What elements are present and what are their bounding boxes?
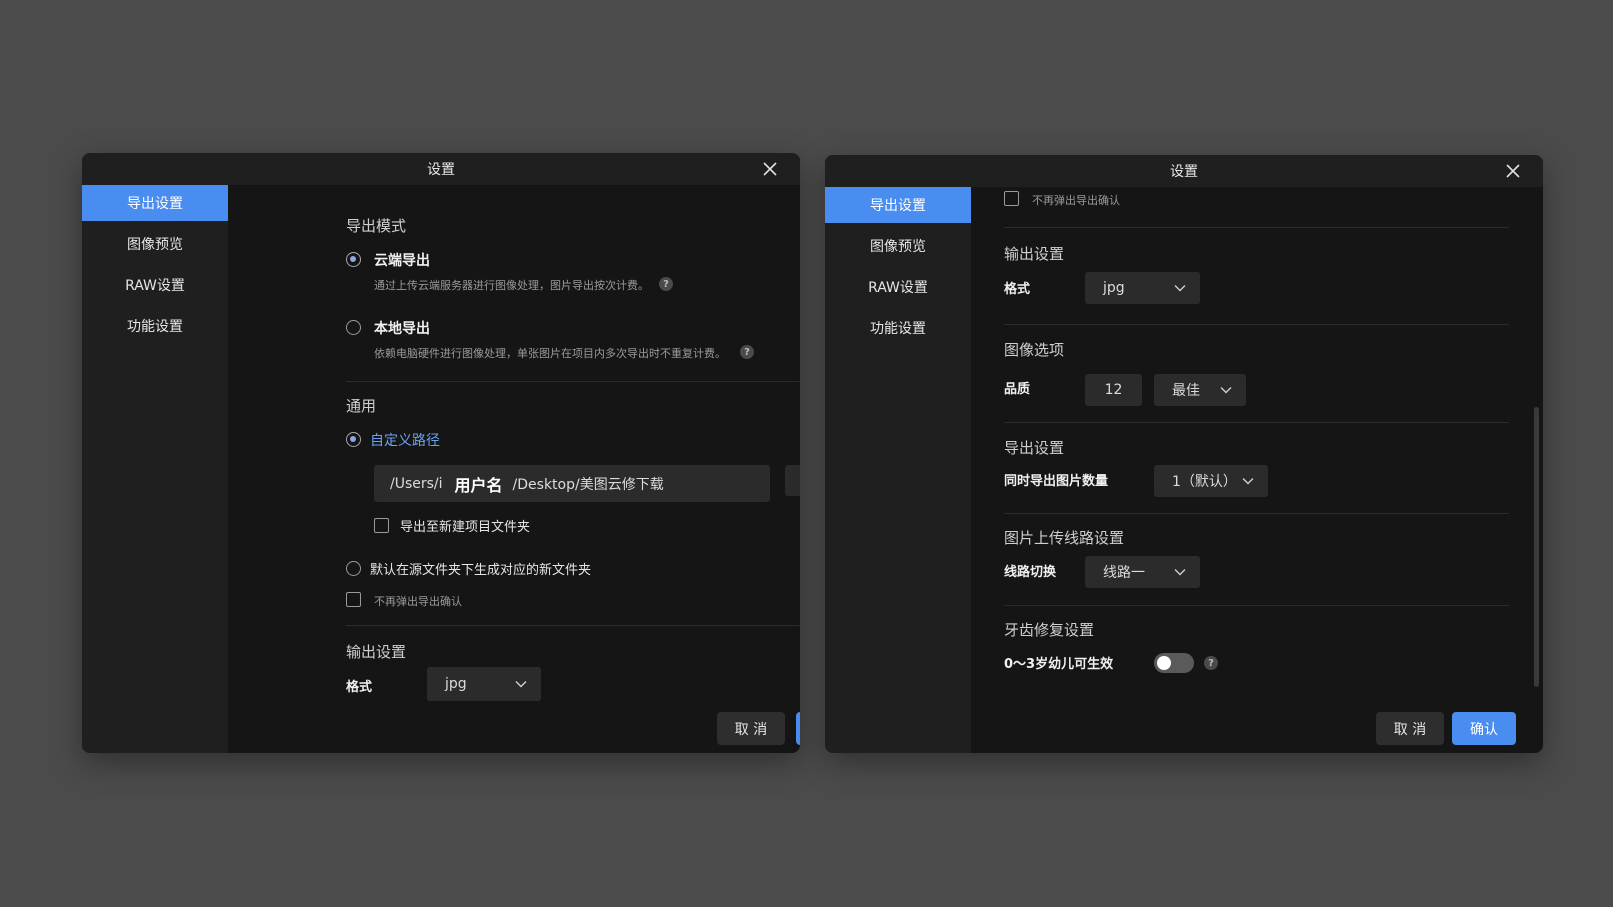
custom-path-label: 自定义路径 [370, 433, 440, 449]
image-options-title: 图像选项 [1004, 341, 1065, 359]
format-label: 格式 [1004, 282, 1031, 297]
local-export-label: 本地导出 [374, 321, 430, 337]
custom-path-radio[interactable] [346, 432, 361, 447]
no-popup-checkbox[interactable] [346, 592, 361, 607]
close-icon [1506, 164, 1520, 178]
cancel-button[interactable]: 取 消 [717, 712, 785, 745]
help-icon[interactable]: ? [740, 345, 754, 359]
format-value: jpg [445, 676, 467, 692]
divider [1004, 422, 1509, 423]
no-popup-label: 不再弹出导出确认 [1032, 194, 1120, 207]
output-settings-title: 输出设置 [346, 643, 407, 661]
nav-item-feature-settings[interactable]: 功能设置 [825, 310, 971, 346]
dialog-title: 设置 [427, 162, 455, 178]
new-project-folder-label: 导出至新建项目文件夹 [400, 520, 531, 535]
nav-item-export-settings[interactable]: 导出设置 [825, 187, 971, 223]
format-select[interactable]: jpg [1085, 272, 1200, 304]
no-popup-label: 不再弹出导出确认 [374, 595, 462, 608]
chevron-down-icon [1242, 477, 1254, 485]
scrollbar[interactable] [1534, 407, 1539, 687]
divider [346, 381, 800, 382]
divider [346, 625, 800, 626]
quality-input[interactable]: 12 [1085, 374, 1142, 406]
toddler-toggle[interactable] [1154, 653, 1194, 673]
line-switch-label: 线路切换 [1004, 565, 1057, 580]
chevron-down-icon [1174, 568, 1186, 576]
settings-dialog-right: 设置 导出设置 图像预览 RAW设置 功能设置 不再弹出导出确认 输出设置 格式… [825, 155, 1543, 753]
path-suffix: /Desktop/美图云修下载 [512, 476, 664, 493]
format-value: jpg [1103, 280, 1125, 296]
nav-item-export-settings[interactable]: 导出设置 [82, 185, 228, 221]
quality-preset-select[interactable]: 最佳 [1154, 374, 1246, 406]
format-label: 格式 [346, 680, 373, 695]
titlebar: 设置 [82, 153, 800, 185]
cloud-export-hint: 通过上传云端服务器进行图像处理，图片导出按次计费。 [374, 279, 649, 292]
cloud-export-label: 云端导出 [374, 253, 430, 269]
nav-item-raw-settings[interactable]: RAW设置 [82, 267, 228, 303]
divider [1004, 513, 1509, 514]
general-title: 通用 [346, 397, 377, 415]
cancel-button[interactable]: 取 消 [1376, 712, 1444, 745]
confirm-button[interactable]: 确认 [796, 712, 800, 745]
quality-label: 品质 [1004, 382, 1031, 397]
export-count-select[interactable]: 1（默认） [1154, 465, 1268, 497]
no-popup-checkbox[interactable] [1004, 191, 1019, 206]
export-settings-title: 导出设置 [1004, 439, 1065, 457]
nav-item-image-preview[interactable]: 图像预览 [82, 226, 228, 262]
dialog-footer: 取 消 确认 [228, 703, 800, 753]
close-button[interactable] [1503, 161, 1523, 181]
local-export-radio[interactable] [346, 320, 361, 335]
source-folder-radio[interactable] [346, 561, 361, 576]
teeth-repair-title: 牙齿修复设置 [1004, 621, 1095, 639]
source-folder-label: 默认在源文件夹下生成对应的新文件夹 [370, 563, 592, 578]
export-count-label: 同时导出图片数量 [1004, 474, 1109, 489]
line-select[interactable]: 线路一 [1085, 556, 1200, 588]
confirm-button[interactable]: 确认 [1452, 712, 1516, 745]
dialog-title: 设置 [1170, 164, 1198, 180]
browse-button[interactable]: 浏览 [785, 465, 800, 496]
nav-item-raw-settings[interactable]: RAW设置 [825, 269, 971, 305]
local-export-hint: 依赖电脑硬件进行图像处理，单张图片在项目内多次导出时不重复计费。 [374, 347, 726, 360]
new-project-folder-checkbox[interactable] [374, 518, 389, 533]
toddler-label: 0～3岁幼儿可生效 [1004, 657, 1114, 672]
help-icon[interactable]: ? [659, 277, 673, 291]
export-mode-title: 导出模式 [346, 217, 407, 235]
chevron-down-icon [515, 680, 527, 688]
divider [1004, 605, 1509, 606]
line-value: 线路一 [1103, 565, 1145, 581]
upload-line-title: 图片上传线路设置 [1004, 529, 1125, 547]
divider [1004, 227, 1509, 228]
divider [1004, 324, 1509, 325]
quality-preset-value: 最佳 [1172, 383, 1200, 399]
sidebar: 导出设置 图像预览 RAW设置 功能设置 [825, 187, 971, 753]
path-prefix: /Users/i [390, 475, 443, 492]
content-panel: 不再弹出导出确认 输出设置 格式 jpg 图像选项 品质 12 最佳 导出设置 … [971, 187, 1543, 703]
content-panel: 导出模式 云端导出 通过上传云端服务器进行图像处理，图片导出按次计费。 ? 本地… [228, 185, 800, 703]
sidebar: 导出设置 图像预览 RAW设置 功能设置 [82, 185, 228, 753]
path-input[interactable]: /Users/i 用户名 /Desktop/美图云修下载 [374, 465, 770, 502]
path-username: 用户名 [454, 475, 503, 495]
dialog-footer: 取 消 确认 [971, 703, 1543, 753]
nav-item-image-preview[interactable]: 图像预览 [825, 228, 971, 264]
format-select[interactable]: jpg [427, 667, 541, 701]
cloud-export-radio[interactable] [346, 252, 361, 267]
export-count-value: 1（默认） [1172, 474, 1237, 490]
chevron-down-icon [1174, 284, 1186, 292]
output-settings-title: 输出设置 [1004, 245, 1065, 263]
close-button[interactable] [760, 159, 780, 179]
close-icon [763, 162, 777, 176]
titlebar: 设置 [825, 155, 1543, 187]
settings-dialog-left: 设置 导出设置 图像预览 RAW设置 功能设置 导出模式 云端导出 通过上传云端… [82, 153, 800, 753]
chevron-down-icon [1220, 386, 1232, 394]
help-icon[interactable]: ? [1204, 656, 1218, 670]
nav-item-feature-settings[interactable]: 功能设置 [82, 308, 228, 344]
